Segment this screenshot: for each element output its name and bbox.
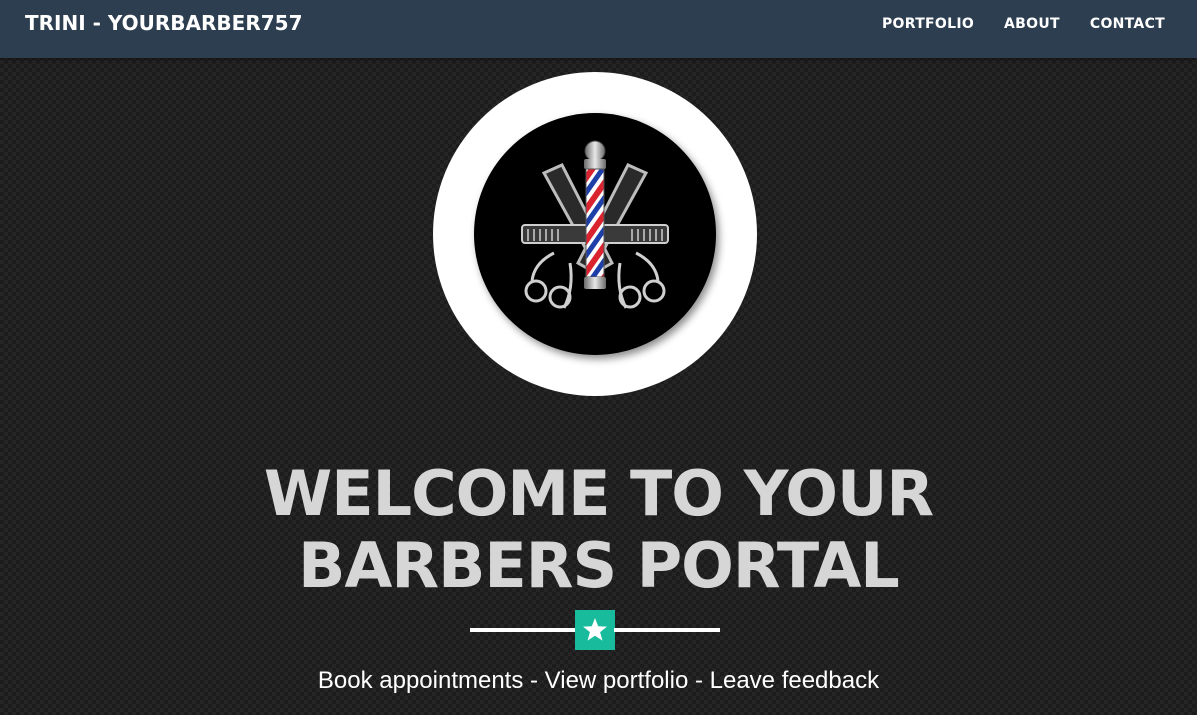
brand-link[interactable]: TRINI - YOURBARBER757 — [25, 11, 302, 35]
hero-tagline: Book appointments - View portfolio - Lea… — [317, 667, 880, 694]
profile-avatar — [433, 72, 757, 396]
barber-logo — [474, 113, 716, 355]
star-icon — [575, 610, 615, 650]
divider-line-right — [614, 628, 720, 632]
barber-pole-scissors-icon — [521, 140, 669, 309]
nav-links: PORTFOLIO ABOUT CONTACT — [882, 16, 1165, 32]
headline-line-1: WELCOME TO YOUR — [263, 457, 934, 530]
headline-line-2: BARBERS PORTAL — [298, 529, 900, 602]
navbar: TRINI - YOURBARBER757 PORTFOLIO ABOUT CO… — [0, 0, 1197, 58]
nav-link-portfolio[interactable]: PORTFOLIO — [882, 16, 974, 32]
nav-link-contact[interactable]: CONTACT — [1090, 16, 1165, 32]
welcome-headline: WELCOME TO YOUR BARBERS PORTAL — [150, 458, 1047, 602]
divider-line-left — [470, 628, 578, 632]
nav-link-about[interactable]: ABOUT — [1004, 16, 1060, 32]
star-divider — [470, 610, 720, 650]
